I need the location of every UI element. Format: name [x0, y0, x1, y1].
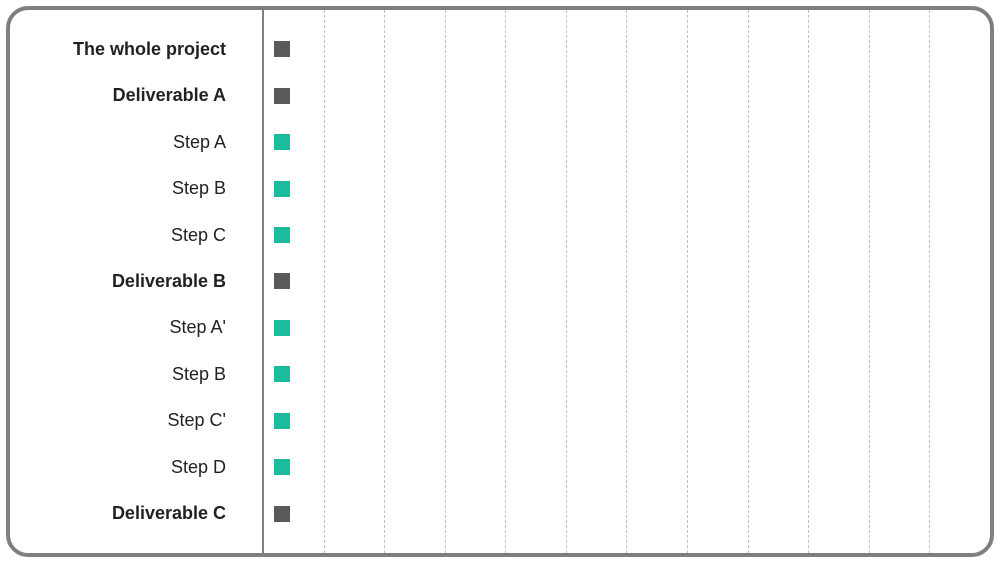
gantt-bar-group	[274, 506, 290, 522]
task-label-column: The whole project Deliverable A Step A S…	[10, 10, 262, 553]
gantt-bar-step	[274, 459, 290, 475]
task-label: Deliverable C	[10, 491, 262, 537]
gantt-bar-group	[274, 273, 290, 289]
task-label: Deliverable A	[10, 72, 262, 118]
task-label: Step C'	[10, 398, 262, 444]
task-label: Step D	[10, 444, 262, 490]
task-label: Step B	[10, 351, 262, 397]
gantt-row	[264, 26, 990, 72]
task-label: The whole project	[10, 26, 262, 72]
gantt-row	[264, 72, 990, 118]
gantt-bar-group	[274, 88, 290, 104]
gantt-frame: The whole project Deliverable A Step A S…	[6, 6, 994, 557]
task-label: Deliverable B	[10, 258, 262, 304]
gantt-row	[264, 491, 990, 537]
timeline-column	[262, 10, 990, 553]
gantt-row	[264, 444, 990, 490]
gantt-bar-step	[274, 134, 290, 150]
task-label: Step A	[10, 119, 262, 165]
gantt-row	[264, 351, 990, 397]
gantt-row	[264, 212, 990, 258]
gantt-bar-step	[274, 413, 290, 429]
task-label: Step A'	[10, 305, 262, 351]
gantt-bar-group	[274, 41, 290, 57]
gantt-content: The whole project Deliverable A Step A S…	[10, 10, 990, 553]
gantt-row	[264, 305, 990, 351]
gantt-row	[264, 119, 990, 165]
gantt-row	[264, 258, 990, 304]
gantt-row	[264, 165, 990, 211]
gantt-bar-step	[274, 320, 290, 336]
task-label: Step C	[10, 212, 262, 258]
gantt-bar-step	[274, 366, 290, 382]
gantt-rows	[264, 10, 990, 553]
gantt-bar-step	[274, 227, 290, 243]
gantt-row	[264, 398, 990, 444]
task-label: Step B	[10, 165, 262, 211]
gantt-bar-step	[274, 181, 290, 197]
